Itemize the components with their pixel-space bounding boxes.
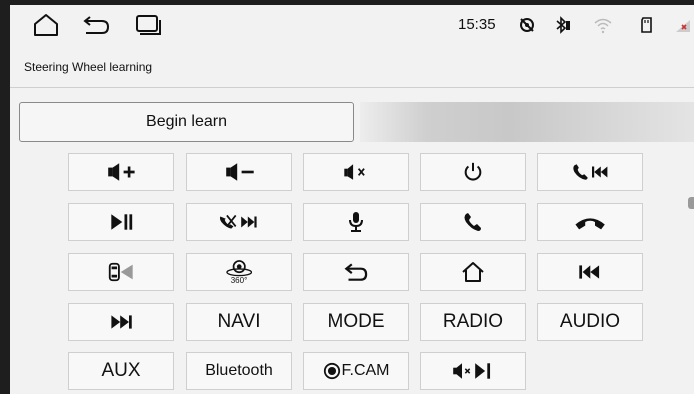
camera-360-key[interactable]: 360° — [186, 253, 292, 291]
previous-track-icon — [579, 265, 599, 279]
volume-up-key[interactable] — [68, 153, 174, 191]
begin-learn-button[interactable]: Begin learn — [19, 102, 354, 142]
mute-icon — [343, 164, 365, 180]
voice-key[interactable] — [303, 203, 409, 241]
phone-call-icon — [464, 213, 481, 231]
back-icon[interactable] — [82, 13, 110, 37]
call-previous-key[interactable] — [537, 153, 643, 191]
parking-camera-key[interactable] — [68, 253, 174, 291]
microphone-icon — [349, 212, 363, 232]
home-icon — [462, 262, 484, 282]
volume-down-key[interactable] — [186, 153, 292, 191]
mute-play-pause-key[interactable] — [420, 352, 526, 390]
call-previous-icon — [573, 164, 608, 180]
divider — [10, 87, 694, 88]
previous-track-key[interactable] — [537, 253, 643, 291]
power-icon — [464, 162, 482, 181]
wifi-icon — [594, 16, 612, 34]
mode-key[interactable]: MODE — [303, 303, 409, 341]
next-track-icon — [111, 315, 132, 329]
navi-key[interactable]: NAVI — [186, 303, 292, 341]
back-icon — [344, 263, 367, 281]
hangup-next-icon — [219, 214, 257, 229]
bluetooth-icon — [554, 16, 572, 34]
front-camera-label: F.CAM — [341, 362, 390, 379]
play-pause-key[interactable] — [68, 203, 174, 241]
aux-key[interactable]: AUX — [68, 352, 174, 390]
front-camera-key[interactable]: F.CAM — [303, 352, 409, 390]
hangup-key[interactable] — [537, 203, 643, 241]
hangup-next-key[interactable] — [186, 203, 292, 241]
car-camera-icon — [109, 262, 133, 282]
mute-play-pause-icon — [453, 363, 491, 379]
call-key[interactable] — [420, 203, 526, 241]
volume-up-icon — [107, 163, 135, 181]
audio-key[interactable]: AUDIO — [537, 303, 643, 341]
mute-key[interactable] — [303, 153, 409, 191]
screen: 15:35 Steering Wheel learning Begin lear… — [10, 5, 694, 394]
signal-icon — [674, 16, 692, 34]
home-icon[interactable] — [32, 13, 60, 37]
front-camera-icon — [323, 362, 340, 380]
power-key[interactable] — [420, 153, 526, 191]
home-key[interactable] — [420, 253, 526, 291]
no-sim-icon — [518, 16, 536, 34]
status-bar: 15:35 — [10, 5, 694, 45]
bluetooth-key[interactable]: Bluetooth — [186, 352, 292, 390]
next-track-key[interactable] — [68, 303, 174, 341]
back-key[interactable] — [303, 253, 409, 291]
phone-hangup-icon — [575, 218, 605, 230]
clock: 15:35 — [458, 16, 496, 33]
camera-360-label: 360° — [230, 275, 248, 285]
recent-apps-icon[interactable] — [134, 13, 162, 37]
page-title: Steering Wheel learning — [24, 60, 153, 74]
volume-down-icon — [225, 163, 254, 181]
play-pause-icon — [111, 214, 132, 230]
sd-card-icon — [638, 16, 656, 34]
learn-progress-bar — [360, 102, 694, 142]
camera-360-icon — [226, 259, 252, 276]
radio-key[interactable]: RADIO — [420, 303, 526, 341]
side-panel-handle[interactable] — [688, 197, 694, 209]
